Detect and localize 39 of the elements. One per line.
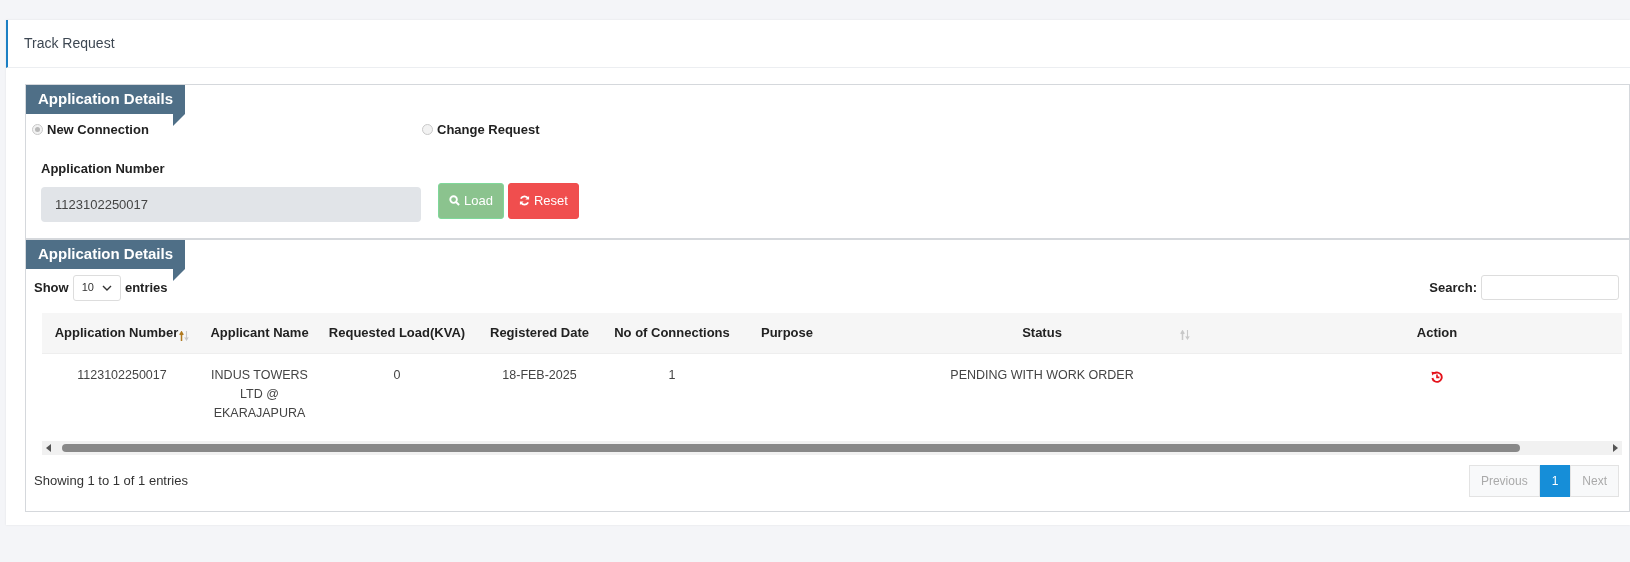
radio-label: Change Request [437, 120, 540, 139]
sort-icon[interactable] [179, 331, 190, 341]
history-icon[interactable] [1431, 371, 1443, 384]
search-field[interactable] [1481, 275, 1619, 300]
horizontal-scrollbar[interactable] [42, 441, 1622, 456]
chevron-down-icon [101, 284, 112, 291]
refresh-icon [518, 195, 530, 206]
entries-select[interactable]: 10 [72, 274, 121, 301]
reset-button[interactable]: Reset [507, 182, 579, 219]
entries-info: Showing 1 to 1 of 1 entries [34, 472, 188, 491]
page-title: Track Request [24, 34, 115, 53]
field-label: Application Number [41, 160, 166, 178]
search-icon [449, 195, 460, 206]
table-cell: 1123102250017 [77, 368, 167, 382]
column-header[interactable]: Requested Load(KVA) [317, 312, 477, 354]
column-header[interactable]: Action [1252, 312, 1622, 354]
applicant-name: INDUS TOWERS LTD @ EKARAJAPURA [211, 368, 308, 420]
table-cell: 0 [393, 368, 401, 382]
entries-label: entries [124, 278, 168, 297]
sort-icon[interactable] [1180, 329, 1190, 340]
column-header[interactable]: Purpose [742, 312, 832, 354]
column-header[interactable]: Application Number [42, 312, 202, 354]
table-cell: 1 [668, 368, 676, 382]
show-label: Show [34, 278, 69, 297]
column-header[interactable]: Status [832, 312, 1252, 354]
column-header[interactable]: No of Connections [602, 312, 742, 354]
radio-button[interactable] [422, 123, 433, 135]
page-button[interactable]: 1 [1539, 465, 1571, 497]
ribbon-fold [173, 268, 186, 281]
column-header[interactable]: Applicant Name [202, 312, 317, 354]
column-header[interactable]: Registered Date [477, 312, 602, 354]
ribbon-fold [173, 113, 186, 126]
radio-button[interactable] [32, 123, 43, 135]
search-label: Search: [1429, 278, 1477, 297]
radio-label: New Connection [47, 120, 149, 139]
panel-title: Application Details [26, 240, 186, 269]
table-cell: 18-FEB-2025 [502, 368, 577, 382]
panel-title: Application Details [26, 85, 186, 114]
table-cell: PENDING WITH WORK ORDER [950, 368, 1134, 382]
